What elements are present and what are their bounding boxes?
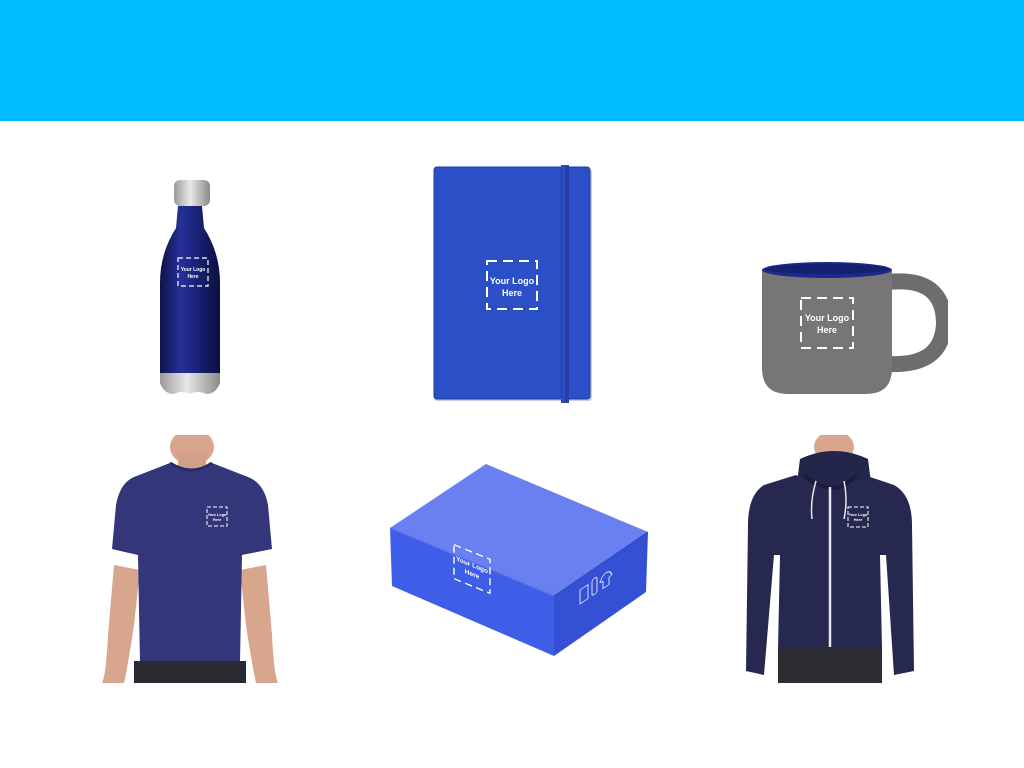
svg-text:Your Logo: Your Logo [849, 513, 868, 517]
svg-text:Your Logo: Your Logo [490, 276, 535, 286]
t-shirt-image: Your Logo Here [100, 435, 280, 683]
notebook-image: Your Logo Here [432, 165, 594, 403]
top-banner [0, 0, 1024, 121]
shipping-box-image: Your Logo Here [388, 462, 650, 660]
mug-image: Your Logo Here [758, 258, 948, 398]
svg-text:Here: Here [187, 274, 198, 280]
svg-text:Here: Here [213, 518, 221, 522]
hoodie-image: Your Logo Here [744, 435, 916, 683]
svg-text:Your Logo: Your Logo [208, 513, 227, 517]
svg-text:Here: Here [502, 288, 522, 298]
water-bottle-image: Your Logo Here [150, 178, 230, 400]
svg-text:Here: Here [854, 518, 862, 522]
svg-text:Here: Here [817, 325, 837, 335]
svg-text:Your Logo: Your Logo [805, 313, 850, 323]
svg-text:Your Logo: Your Logo [181, 267, 206, 273]
